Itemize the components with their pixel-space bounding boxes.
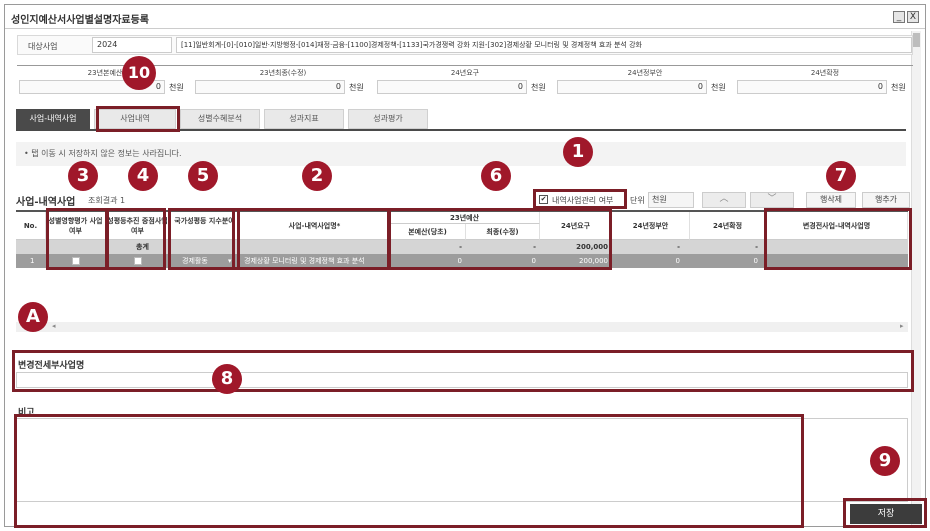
chevron-down-icon[interactable]: ▾ (228, 254, 232, 268)
header-name: 사업-내역사업명* (240, 212, 390, 240)
tab-project-content[interactable]: 사업내역 (94, 109, 176, 129)
row-no: 1 (30, 257, 35, 265)
sum-label: 총계 (136, 243, 149, 251)
annotation-badge-4: 4 (128, 161, 158, 191)
budget-col-4: 24년확정 0 천원 (737, 66, 913, 96)
unit-select[interactable]: 천원 (648, 192, 694, 208)
annotation-badge-7: 7 (826, 161, 856, 191)
annotation-badge-1: 1 (563, 137, 593, 167)
annotation-badge-9: 9 (870, 446, 900, 476)
project-grid: No. 성별영향평가 사업여부 성평등추진 중점사업여부 국가성평등 지수분야 … (16, 210, 908, 268)
header-y24-gov: 24년정부안 (612, 212, 690, 240)
sum-main: - (459, 243, 462, 251)
year-field: 2024 (92, 37, 172, 53)
unit-label: 천원 (711, 83, 726, 92)
row-req: 200,000 (579, 257, 608, 265)
budget-col-0: 23년본예산 0 천원 (17, 66, 193, 96)
header-y23: 23년예산 (390, 212, 540, 224)
annotation-badge-a: A (18, 302, 48, 332)
delete-row-button[interactable]: 행삭제 (806, 192, 856, 208)
budget-col-value: 0 (737, 80, 887, 94)
close-button[interactable]: X (907, 11, 919, 23)
sum-gov: - (677, 243, 680, 251)
header-focus: 성평등추진 중점사업여부 (106, 212, 170, 240)
header-changed-name: 변경전사업-내역사업명 (766, 212, 908, 240)
unit-label: 천원 (349, 83, 364, 92)
header-impact: 성별영향평가 사업여부 (46, 212, 106, 240)
scroll-left-icon[interactable]: ◂ (52, 322, 56, 330)
unit-label: 천원 (891, 83, 906, 92)
budget-col-2: 24년요구 0 천원 (377, 66, 553, 96)
remarks-textarea[interactable] (16, 418, 908, 502)
move-down-button[interactable]: ﹀ (750, 192, 794, 208)
header-y24-req: 24년요구 (540, 212, 612, 240)
tab-underline (16, 129, 906, 131)
scroll-right-icon[interactable]: ▸ (900, 322, 904, 330)
header-y23-final: 최종(수정) (466, 224, 540, 240)
unit-label: 단위 (630, 196, 645, 205)
save-button[interactable]: 저장 (850, 504, 922, 524)
tab-gender-analysis[interactable]: 성별수혜분석 (180, 109, 260, 129)
manage-subproject-checkbox[interactable]: ✔ (539, 195, 548, 204)
sum-conf: - (755, 243, 758, 251)
row-gov: 0 (675, 257, 680, 265)
focus-checkbox[interactable] (134, 257, 142, 265)
unit-label: 천원 (531, 83, 546, 92)
table-row[interactable]: 1 경제활동 ▾ 경제상황 모니터링 및 경제정책 효과 분석 0 0 200,… (16, 254, 908, 268)
field-select[interactable]: 경제활동 (182, 254, 208, 268)
header-no: No. (16, 212, 46, 240)
checkbox-label: 내역사업관리 여부 (552, 196, 614, 205)
result-count: 조회결과 1 (88, 195, 125, 206)
remarks-label: 비고 (18, 408, 35, 418)
annotation-badge-5: 5 (188, 161, 218, 191)
result-label: 조회결과 (88, 196, 118, 205)
tab-project-detail[interactable]: 사업-내역사업 (16, 109, 90, 129)
header-field: 국가성평등 지수분야 (170, 212, 240, 240)
minimize-button[interactable]: _ (893, 11, 905, 23)
changed-detail-label: 변경전세부사업명 (18, 361, 85, 371)
impact-checkbox[interactable] (72, 257, 80, 265)
annotation-badge-2: 2 (302, 161, 332, 191)
budget-col-value: 0 (195, 80, 345, 94)
project-row: 대상사업 2024 [11]일반회계-[0]-[010]일반·지방행정-[014… (17, 35, 913, 55)
result-value: 1 (120, 196, 126, 205)
budget-col-value: 0 (557, 80, 707, 94)
changed-detail-input[interactable] (16, 372, 908, 388)
move-up-button[interactable]: ︿ (702, 192, 746, 208)
annotation-badge-6: 6 (481, 161, 511, 191)
section-title: 사업-내역사업 (16, 197, 76, 208)
row-conf: 0 (753, 257, 758, 265)
budget-col-label: 23년본예산 (87, 69, 123, 77)
row-main: 0 (457, 257, 462, 265)
sum-row: 총계 - - 200,000 - - (16, 240, 908, 254)
row-name[interactable]: 경제상황 모니터링 및 경제정책 효과 분석 (244, 254, 388, 268)
budget-col-value: 0 (377, 80, 527, 94)
budget-col-3: 24년정부안 0 천원 (557, 66, 733, 96)
header-y23-main: 본예산(당초) (390, 224, 466, 240)
project-path-field: [11]일반회계-[0]-[010]일반·지방행정-[014]재정·금융-[11… (176, 37, 912, 53)
horizontal-scrollbar[interactable]: ◂ ▸ (16, 322, 908, 332)
project-label: 대상사업 (28, 42, 58, 51)
budget-col-label: 24년요구 (450, 69, 480, 77)
budget-col-label: 24년확정 (810, 69, 840, 77)
title-bar: 성인지예산서사업별설명자료등록 _ X (5, 5, 925, 29)
tab-performance-evaluation[interactable]: 성과평가 (348, 109, 428, 129)
vertical-scrollbar[interactable] (911, 31, 921, 525)
budget-col-label: 23년최종(수정) (259, 69, 307, 77)
sum-final: - (533, 243, 536, 251)
row-final: 0 (531, 257, 536, 265)
annotation-badge-10: 10 (122, 56, 156, 90)
sum-req: 200,000 (576, 243, 608, 251)
header-y24-conf: 24년확정 (690, 212, 766, 240)
unit-label: 천원 (169, 83, 184, 92)
tab-performance-indicator[interactable]: 성과지표 (264, 109, 344, 129)
add-row-button[interactable]: 행추가 (862, 192, 910, 208)
window-title: 성인지예산서사업별설명자료등록 (11, 15, 149, 26)
annotation-badge-3: 3 (68, 161, 98, 191)
annotation-badge-8: 8 (212, 364, 242, 394)
budget-col-1: 23년최종(수정) 0 천원 (195, 66, 371, 96)
scroll-thumb[interactable] (913, 33, 920, 47)
budget-col-label: 24년정부안 (627, 69, 663, 77)
